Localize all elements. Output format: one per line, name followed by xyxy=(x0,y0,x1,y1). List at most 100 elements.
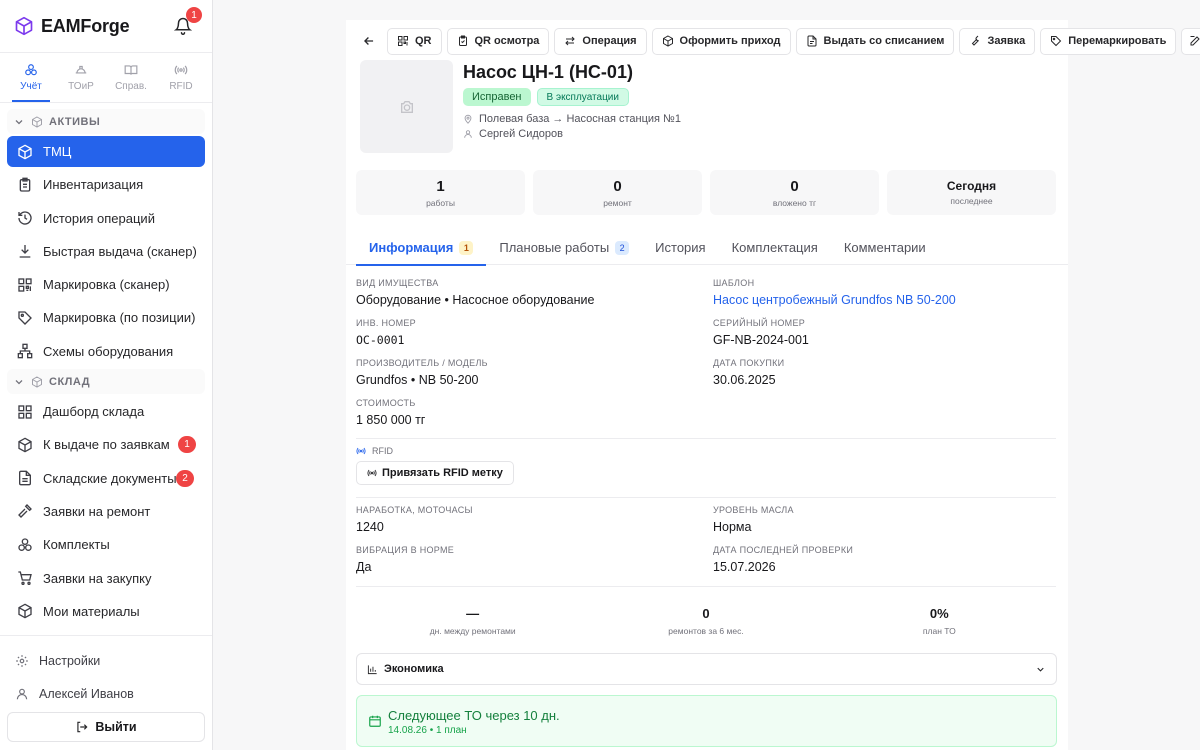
tab-history[interactable]: История xyxy=(642,230,718,265)
sidebar-item-label: Дашборд склада xyxy=(43,404,145,420)
asset-tabs: Информация 1 Плановые работы 2 История К… xyxy=(346,230,1068,266)
kpi-repairs-6m: 0 ремонтов за 6 мес. xyxy=(589,603,822,638)
field-key: ШАБЛОН xyxy=(713,278,755,288)
file-icon xyxy=(807,35,816,47)
bar-chart-icon xyxy=(367,664,377,674)
template-link[interactable]: Насос центробежный Grundfos NB 50-200 xyxy=(713,293,956,307)
field-value: 1240 xyxy=(356,520,384,534)
operation-button[interactable]: Операция xyxy=(554,27,647,55)
sidebar-item-schemes[interactable]: Схемы оборудования xyxy=(7,336,205,367)
kpi-maintenance-plan: 0% план ТО xyxy=(823,603,1056,638)
chevron-down-icon xyxy=(1037,667,1044,672)
module-tab-rfid[interactable]: RFID xyxy=(156,53,206,102)
user-profile[interactable]: Алексей Иванов xyxy=(7,677,205,710)
sidebar-item-quick-issue[interactable]: Быстрая выдача (сканер) xyxy=(7,236,205,267)
tab-label: Комментарии xyxy=(843,240,926,255)
file-text-icon xyxy=(19,470,31,486)
field-serial: СЕРИЙНЫЙ НОМЕР GF-NB-2024-001 xyxy=(713,318,809,347)
stat-value: 0 xyxy=(613,177,622,195)
module-tab-accounting[interactable]: Учёт xyxy=(6,53,56,102)
sidebar-nav: АКТИВЫ ТМЦ Инвентаризация История операц… xyxy=(0,103,212,635)
sidebar-item-label: Маркировка (сканер) xyxy=(43,277,170,293)
sidebar-item-marking-scanner[interactable]: Маркировка (сканер) xyxy=(7,269,205,300)
sidebar-item-kits[interactable]: Комплекты xyxy=(7,529,205,560)
settings-label: Настройки xyxy=(39,653,101,668)
qr-inspection-button[interactable]: QR осмотра xyxy=(446,27,550,55)
asset-photo-placeholder[interactable] xyxy=(360,60,453,153)
bind-rfid-button[interactable]: Привязать RFID метку xyxy=(356,461,514,485)
boxes-icon xyxy=(25,64,37,76)
divider xyxy=(356,586,1056,587)
logout-label: Выйти xyxy=(95,720,137,734)
qr-inspection-label: QR осмотра xyxy=(474,35,540,47)
state-badge: В эксплуатации xyxy=(536,88,629,106)
rfid-label-text: RFID xyxy=(372,446,393,456)
sidebar-item-history[interactable]: История операций xyxy=(7,203,205,234)
clipboard-icon xyxy=(19,177,31,192)
receipt-button[interactable]: Оформить приход xyxy=(651,27,791,55)
field-key: СТОИМОСТЬ xyxy=(356,398,416,408)
edit-button[interactable] xyxy=(1181,27,1200,55)
qr-code-icon xyxy=(398,36,408,46)
remark-button[interactable]: Перемаркировать xyxy=(1040,27,1177,55)
sidebar-item-label: Заявки на закупку xyxy=(43,570,152,586)
camera-icon xyxy=(400,100,413,113)
stat-label: ремонт xyxy=(603,197,632,208)
field-purchase-date: ДАТА ПОКУПКИ 30.06.2025 xyxy=(713,358,784,387)
tab-components[interactable]: Комплектация xyxy=(719,230,831,265)
tab-planned-works[interactable]: Плановые работы 2 xyxy=(486,230,642,265)
request-label: Заявка xyxy=(987,35,1026,47)
logout-button[interactable]: Выйти xyxy=(7,712,205,742)
kpi-value: — xyxy=(466,605,480,621)
field-key: ВИД ИМУЩЕСТВА xyxy=(356,278,439,288)
settings-link[interactable]: Настройки xyxy=(7,644,205,677)
field-kind: ВИД ИМУЩЕСТВА Оборудование • Насосное об… xyxy=(356,278,594,307)
cube-icon xyxy=(18,144,32,159)
sidebar-item-marking-position[interactable]: Маркировка (по позиции) xyxy=(7,302,205,333)
field-cost: СТОИМОСТЬ 1 850 000 тг xyxy=(356,398,425,427)
tab-info[interactable]: Информация 1 xyxy=(356,230,487,266)
main-content: QR QR осмотра Операция Оформить приход В… xyxy=(213,0,1200,750)
edit-icon xyxy=(1190,36,1200,46)
stat-works: 1 работы xyxy=(356,170,525,215)
field-value: Оборудование • Насосное оборудование xyxy=(356,293,595,307)
remark-label: Перемаркировать xyxy=(1068,35,1167,47)
economics-label: Экономика xyxy=(384,663,444,675)
module-tab-reference[interactable]: Справ. xyxy=(106,53,156,102)
sidebar-item-purchase-requests[interactable]: Заявки на закупку xyxy=(7,563,205,594)
next-maintenance-banner[interactable]: Следующее ТО через 10 дн. 14.08.26 • 1 п… xyxy=(356,695,1057,747)
field-value: Норма xyxy=(713,520,752,534)
sidebar-item-warehouse-docs[interactable]: Складские документы 2 xyxy=(7,463,205,494)
sidebar-item-tmc[interactable]: ТМЦ xyxy=(7,136,205,167)
sidebar-item-warehouse-dashboard[interactable]: Дашборд склада xyxy=(7,396,205,427)
qr-code-icon xyxy=(18,278,32,292)
qr-button[interactable]: QR xyxy=(387,27,442,55)
field-maker: ПРОИЗВОДИТЕЛЬ / МОДЕЛЬ Grundfos • NB 50-… xyxy=(356,358,488,387)
sidebar-item-inventory[interactable]: Инвентаризация xyxy=(7,169,205,200)
module-tab-maintenance[interactable]: ТОиР xyxy=(56,53,106,102)
brand: EAMForge 1 xyxy=(0,0,212,53)
field-key: СЕРИЙНЫЙ НОМЕР xyxy=(713,318,806,328)
radio-icon xyxy=(174,65,188,75)
sidebar-item-my-materials[interactable]: Мои материалы xyxy=(7,596,205,627)
field-template: ШАБЛОН Насос центробежный Grundfos NB 50… xyxy=(713,278,956,307)
field-key: НАРАБОТКА, МОТОЧАСЫ xyxy=(356,505,473,515)
radio-icon xyxy=(367,469,377,477)
economics-accordion[interactable]: Экономика xyxy=(356,653,1057,685)
tab-comments[interactable]: Комментарии xyxy=(831,230,939,265)
sidebar-item-repair-requests[interactable]: Заявки на ремонт xyxy=(7,496,205,527)
section-assets[interactable]: АКТИВЫ xyxy=(7,109,205,134)
request-button[interactable]: Заявка xyxy=(959,27,1036,55)
module-tab-label: Учёт xyxy=(20,81,42,92)
sidebar-item-issue-requests[interactable]: К выдаче по заявкам 1 xyxy=(7,429,205,460)
arrow-left-icon xyxy=(364,37,374,45)
clipboard-check-icon xyxy=(458,35,467,46)
sidebar-item-label: Комплекты xyxy=(43,537,110,553)
next-maintenance-title: Следующее ТО через 10 дн. xyxy=(388,708,560,723)
operation-label: Операция xyxy=(582,35,637,47)
field-hours: НАРАБОТКА, МОТОЧАСЫ 1240 xyxy=(356,505,473,534)
section-warehouse[interactable]: СКЛАД xyxy=(7,369,205,395)
module-tab-label: RFID xyxy=(169,81,193,92)
back-button[interactable] xyxy=(356,27,382,55)
writeoff-button[interactable]: Выдать со списанием xyxy=(795,27,955,55)
